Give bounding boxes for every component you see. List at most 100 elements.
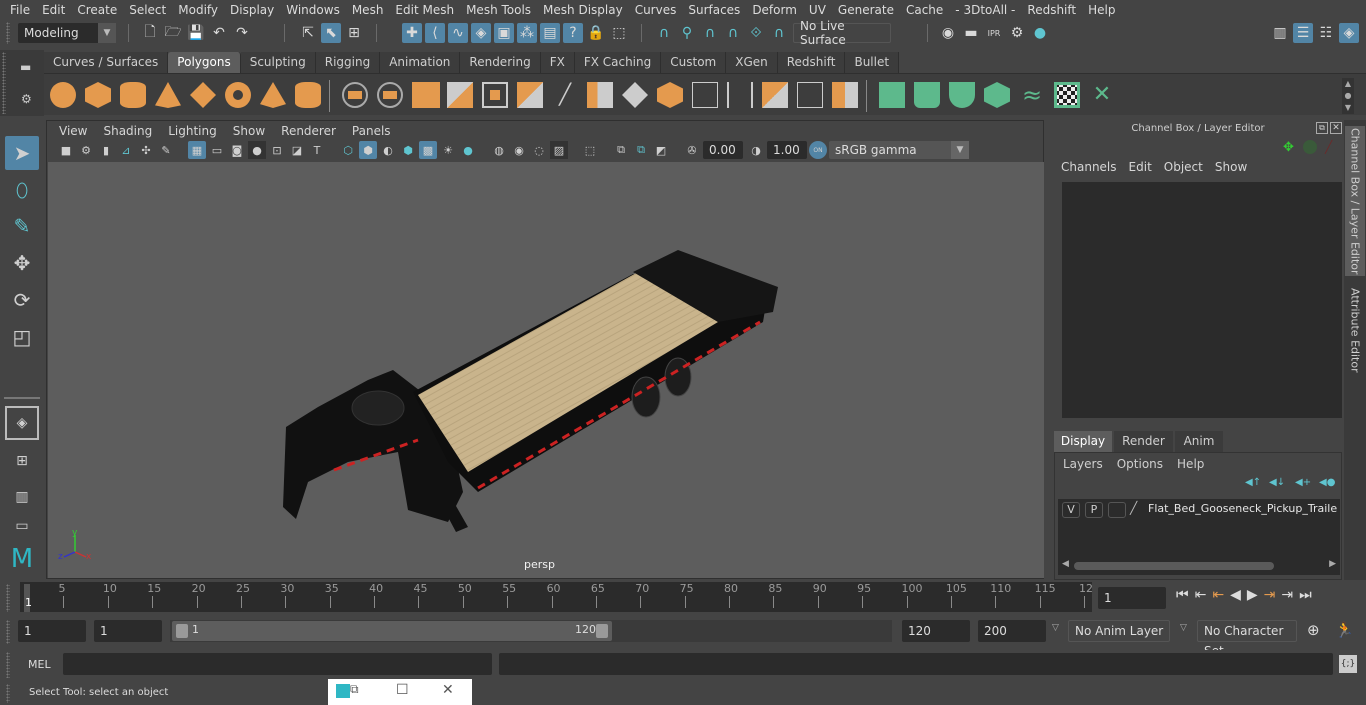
- workspace-mode-select[interactable]: Modeling ▼: [18, 23, 116, 43]
- lights-icon[interactable]: ☀: [439, 141, 457, 159]
- poly-torus-icon[interactable]: [225, 82, 251, 108]
- shelf-tab-fx[interactable]: FX: [540, 52, 575, 73]
- shelf-settings-icon[interactable]: ⚙: [21, 92, 32, 106]
- camera-icon[interactable]: ■: [57, 141, 75, 159]
- help-menu[interactable]: Help: [1177, 457, 1204, 471]
- tool-settings-icon[interactable]: ☷: [1316, 23, 1336, 43]
- poly-sphere-icon[interactable]: [50, 82, 76, 108]
- safe-action-icon[interactable]: ◪: [288, 141, 306, 159]
- symmetry-icon[interactable]: ⚲: [677, 23, 697, 43]
- anim-layer-select[interactable]: No Anim Layer: [1068, 620, 1170, 642]
- menu-edit-mesh[interactable]: Edit Mesh: [389, 3, 460, 17]
- step-forward-frame-icon[interactable]: ⇥: [1264, 587, 1276, 603]
- command-input[interactable]: [63, 653, 492, 675]
- shelf-menu-icon[interactable]: ▬: [20, 60, 31, 74]
- poly-cone-icon[interactable]: [155, 82, 181, 108]
- planar-uv-icon[interactable]: [879, 82, 905, 108]
- menu-modify[interactable]: Modify: [172, 3, 224, 17]
- go-to-start-icon[interactable]: ⏮: [1176, 587, 1189, 603]
- exposure-icon[interactable]: ✇: [683, 141, 701, 159]
- snap-grid-icon[interactable]: ✚: [402, 23, 422, 43]
- channels-menu[interactable]: Channels: [1055, 160, 1123, 174]
- menu-mesh-display[interactable]: Mesh Display: [537, 3, 629, 17]
- lock-icon[interactable]: 🔒: [586, 23, 606, 43]
- select-highlight-icon[interactable]: ⬚: [609, 23, 629, 43]
- shelf-tab-curves-surfaces[interactable]: Curves / Surfaces: [44, 52, 169, 73]
- shadows-icon[interactable]: ●: [459, 141, 477, 159]
- shelf-tab-fx-caching[interactable]: FX Caching: [574, 52, 662, 73]
- save-scene-icon[interactable]: 💾: [186, 23, 206, 43]
- film-gate-icon[interactable]: ▭: [208, 141, 226, 159]
- render-view-icon[interactable]: ◉: [938, 23, 958, 43]
- grid-icon[interactable]: ▦: [188, 141, 206, 159]
- motion-blur-icon[interactable]: ◉: [510, 141, 528, 159]
- automatic-uv-icon[interactable]: [984, 82, 1010, 108]
- backface-culling-icon[interactable]: ◩: [652, 141, 670, 159]
- viewport-menu-view[interactable]: View: [51, 124, 95, 138]
- bookmark-icon[interactable]: ▮: [97, 141, 115, 159]
- uv-editor-icon[interactable]: [1054, 82, 1080, 108]
- collapse-icon[interactable]: [832, 82, 858, 108]
- snap-view-plane-icon[interactable]: ▣: [494, 23, 514, 43]
- range-start-handle[interactable]: [176, 624, 188, 638]
- character-set-select[interactable]: No Character Set: [1197, 620, 1297, 658]
- shelf-tab-polygons[interactable]: Polygons: [168, 52, 241, 73]
- viewport-menu-show[interactable]: Show: [225, 124, 273, 138]
- 2d-pan-zoom-icon[interactable]: ✣: [137, 141, 155, 159]
- scroll-right-icon[interactable]: ▶: [1329, 559, 1336, 569]
- hypershade-sphere-icon[interactable]: ●: [1030, 23, 1050, 43]
- scroll-thumb[interactable]: [1074, 562, 1274, 570]
- show-menu[interactable]: Show: [1209, 160, 1253, 174]
- extrude-cube-icon[interactable]: [482, 82, 508, 108]
- spherical-uv-icon[interactable]: [949, 82, 975, 108]
- smooth-icon[interactable]: [447, 82, 473, 108]
- bevel-icon[interactable]: [517, 82, 543, 108]
- poly-cylinder-icon[interactable]: [120, 82, 146, 108]
- bridge-icon[interactable]: [587, 82, 613, 108]
- wireframe-on-shaded-icon[interactable]: ◐: [379, 141, 397, 159]
- drag-handle[interactable]: [6, 22, 10, 44]
- field-chart-icon[interactable]: ⊡: [268, 141, 286, 159]
- paint-select-icon[interactable]: ✎: [5, 209, 39, 243]
- outliner-persp-layout-icon[interactable]: ▥: [5, 480, 39, 514]
- gate-mask-icon[interactable]: ●: [248, 141, 266, 159]
- playback-end-field[interactable]: 120: [902, 620, 970, 642]
- move-layer-down-icon[interactable]: ◀↓: [1269, 477, 1285, 488]
- select-hierarchy-icon[interactable]: ⇱: [298, 23, 318, 43]
- gamma-icon[interactable]: ◑: [747, 141, 765, 159]
- hypershade-icon[interactable]: ▤: [540, 23, 560, 43]
- merge-icon[interactable]: [797, 82, 823, 108]
- step-back-key-icon[interactable]: ⇤: [1195, 587, 1207, 603]
- side-tab-attribute-editor[interactable]: Attribute Editor: [1345, 280, 1365, 380]
- options-menu[interactable]: Options: [1117, 457, 1177, 471]
- render-settings-icon[interactable]: ⚙: [1007, 23, 1027, 43]
- menu-help[interactable]: Help: [1082, 3, 1121, 17]
- soft-select-icon[interactable]: ∩: [700, 23, 720, 43]
- magnet-icon[interactable]: ∩: [654, 23, 674, 43]
- close-window-icon[interactable]: ✕: [442, 682, 454, 698]
- anim-layer-dropdown-icon[interactable]: ▽: [1052, 623, 1059, 633]
- four-pane-layout-icon[interactable]: ⊞: [5, 444, 39, 478]
- step-forward-key-icon[interactable]: ⇥: [1281, 587, 1293, 603]
- layout-uv-icon[interactable]: ✕: [1089, 82, 1115, 108]
- view-transform-select[interactable]: sRGB gamma ▼: [829, 141, 969, 159]
- shelf-tab-rigging[interactable]: Rigging: [315, 52, 381, 73]
- shelf-scroll[interactable]: ▲ ● ▼: [1342, 78, 1354, 114]
- snap-curve-icon[interactable]: ⟨: [425, 23, 445, 43]
- channel-box-icon[interactable]: ◈: [1339, 23, 1359, 43]
- unfold-uv-icon[interactable]: ≈: [1019, 82, 1045, 108]
- viewport-menu-shading[interactable]: Shading: [95, 124, 160, 138]
- xray-icon[interactable]: ⬢: [399, 141, 417, 159]
- ipr-render-icon[interactable]: IPR: [984, 23, 1004, 43]
- select-object-icon[interactable]: ⬉: [321, 23, 341, 43]
- new-scene-icon[interactable]: 🗋: [140, 23, 160, 43]
- viewport-menu-renderer[interactable]: Renderer: [273, 124, 344, 138]
- channel-box-area[interactable]: [1062, 182, 1342, 418]
- poly-plane-icon[interactable]: [190, 82, 216, 108]
- menu-redshift[interactable]: Redshift: [1021, 3, 1082, 17]
- help-icon[interactable]: ?: [563, 23, 583, 43]
- edge-loop-icon[interactable]: [692, 82, 718, 108]
- single-pane-layout-icon[interactable]: ◈: [5, 406, 39, 440]
- layers-menu[interactable]: Layers: [1063, 457, 1117, 471]
- viewport-3d-scene[interactable]: y x z persp: [48, 162, 1044, 578]
